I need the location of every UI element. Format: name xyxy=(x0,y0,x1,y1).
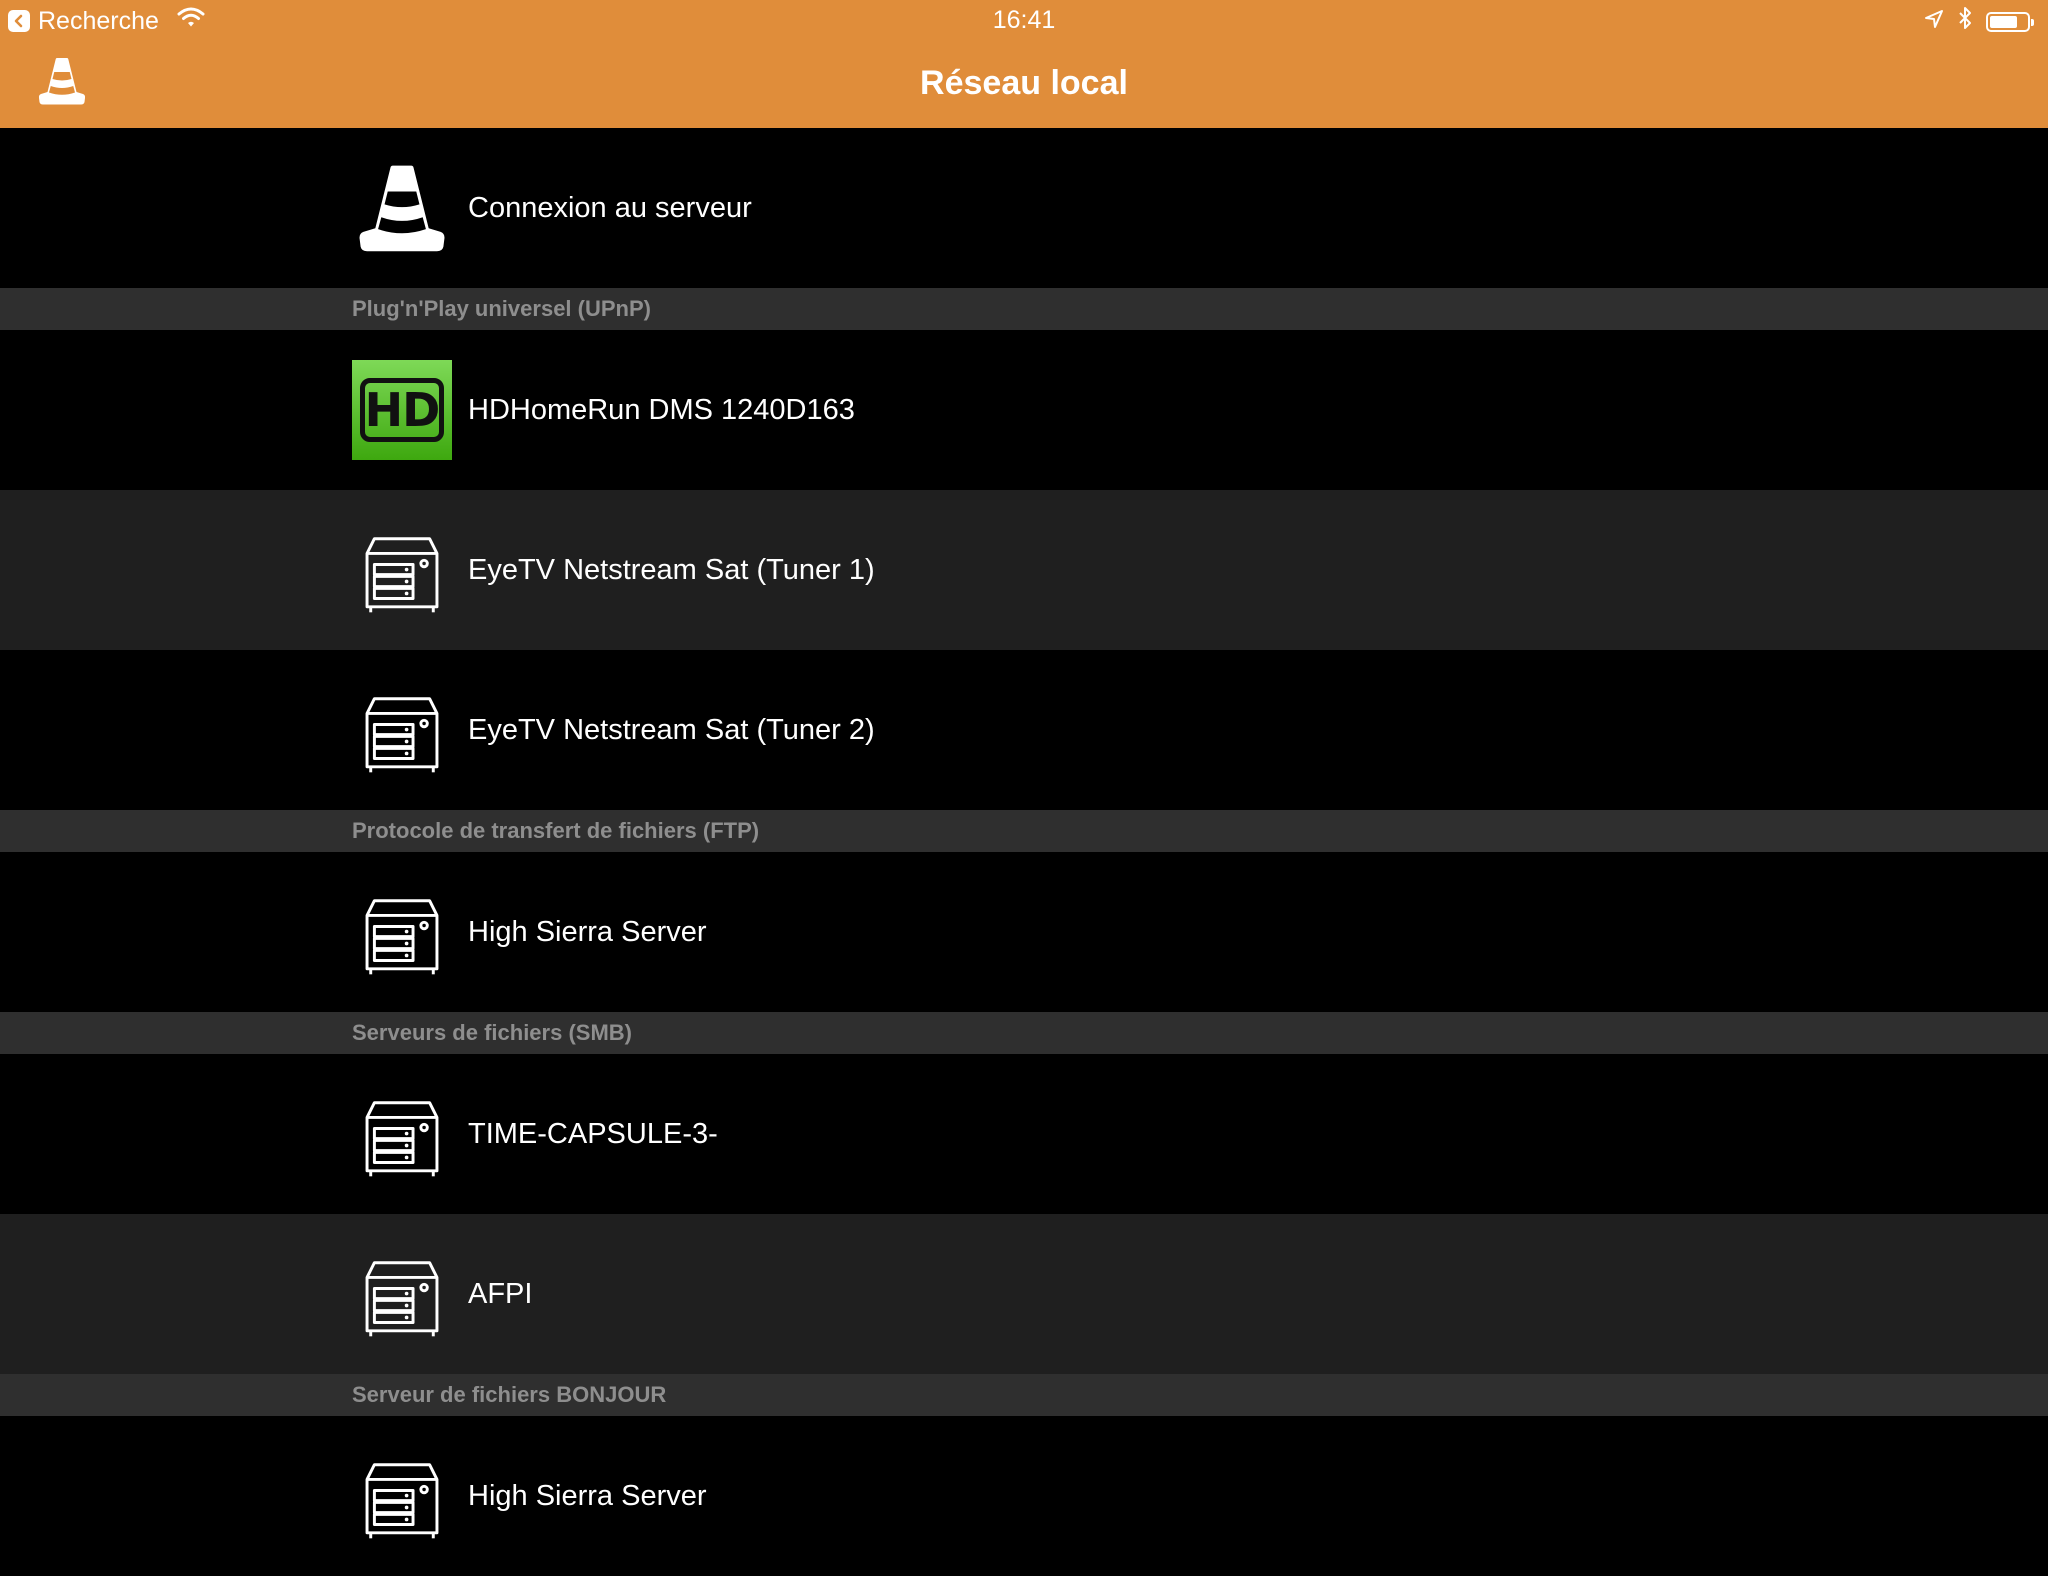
list-item-hdhomerun[interactable]: HD HDHomeRun DMS 1240D163 xyxy=(0,330,2048,490)
row-label: High Sierra Server xyxy=(468,916,707,948)
section-title: Serveur de fichiers BONJOUR xyxy=(352,1382,667,1407)
section-header-ftp: Protocole de transfert de fichiers (FTP) xyxy=(0,810,2048,852)
bluetooth-icon xyxy=(1958,6,1972,37)
row-label: HDHomeRun DMS 1240D163 xyxy=(468,394,855,426)
section-title: Plug'n'Play universel (UPnP) xyxy=(352,296,651,321)
battery-level xyxy=(1990,15,2018,28)
server-icon xyxy=(352,1244,452,1344)
network-list: Connexion au serveur Plug'n'Play univers… xyxy=(0,128,2048,1576)
status-time: 16:41 xyxy=(992,6,1056,34)
row-label: AFPI xyxy=(468,1278,533,1310)
battery-icon xyxy=(1986,11,2034,32)
section-header-upnp: Plug'n'Play universel (UPnP) xyxy=(0,288,2048,330)
list-item-high-sierra-ftp[interactable]: High Sierra Server xyxy=(0,852,2048,1012)
connect-to-server-row[interactable]: Connexion au serveur xyxy=(0,128,2048,288)
section-title: Protocole de transfert de fichiers (FTP) xyxy=(352,818,760,843)
section-header-bonjour: Serveur de fichiers BONJOUR xyxy=(0,1374,2048,1416)
server-icon xyxy=(352,680,452,780)
server-icon xyxy=(352,882,452,982)
section-header-smb: Serveurs de fichiers (SMB) xyxy=(0,1012,2048,1054)
row-label: High Sierra Server xyxy=(468,1480,707,1512)
vlc-cone-icon xyxy=(352,158,452,258)
hd-logo-text: HD xyxy=(360,378,444,442)
list-item-time-capsule[interactable]: TIME-CAPSULE-3- xyxy=(0,1054,2048,1214)
row-label: EyeTV Netstream Sat (Tuner 1) xyxy=(468,554,875,586)
status-bar: Recherche 16:41 xyxy=(0,0,2048,40)
list-item-eyetv-tuner-1[interactable]: EyeTV Netstream Sat (Tuner 1) xyxy=(0,490,2048,650)
server-icon xyxy=(352,520,452,620)
row-label: EyeTV Netstream Sat (Tuner 2) xyxy=(468,714,875,746)
row-label: TIME-CAPSULE-3- xyxy=(468,1118,718,1150)
server-icon xyxy=(352,1084,452,1184)
location-arrow-icon xyxy=(1924,7,1944,36)
list-item-high-sierra-bonjour[interactable]: High Sierra Server xyxy=(0,1416,2048,1576)
top-bar: Recherche 16:41 Réseau local xyxy=(0,0,2048,128)
page-title: Réseau local xyxy=(920,64,1128,102)
section-title: Serveurs de fichiers (SMB) xyxy=(352,1020,632,1045)
hdhomerun-logo: HD xyxy=(352,360,452,460)
list-item-afpi[interactable]: AFPI xyxy=(0,1214,2048,1374)
server-icon xyxy=(352,1446,452,1546)
row-label: Connexion au serveur xyxy=(468,192,752,224)
list-item-eyetv-tuner-2[interactable]: EyeTV Netstream Sat (Tuner 2) xyxy=(0,650,2048,810)
